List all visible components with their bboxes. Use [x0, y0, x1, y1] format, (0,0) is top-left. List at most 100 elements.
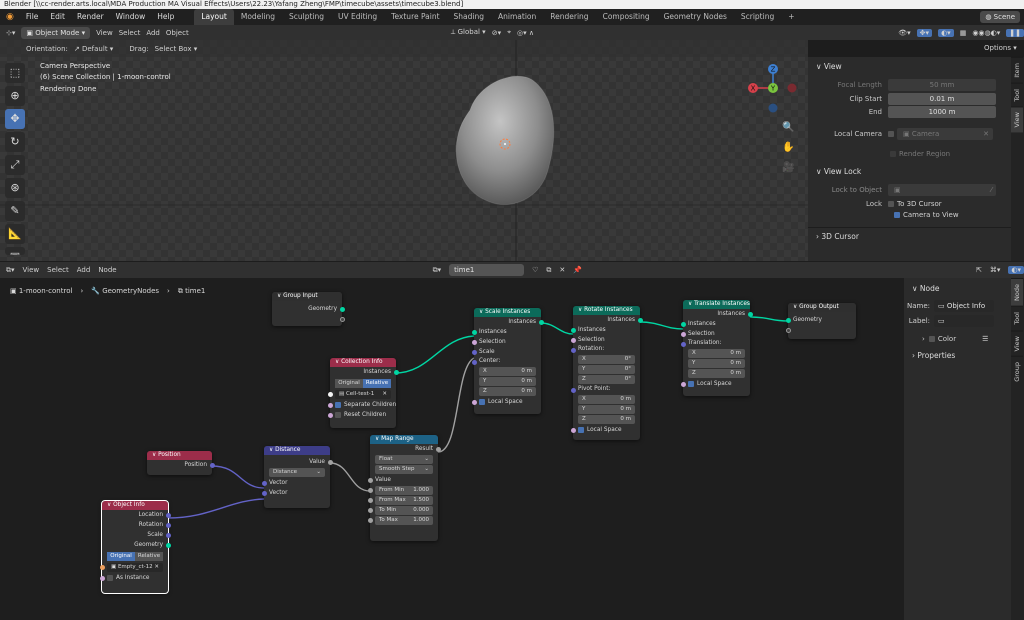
- node-snap-icon[interactable]: ⌘▾: [990, 266, 1001, 274]
- vp-menu-add[interactable]: Add: [146, 29, 160, 37]
- input-socket[interactable]: [570, 347, 576, 353]
- input-socket[interactable]: [471, 359, 477, 365]
- pivot-z-field[interactable]: Z 0 m: [578, 415, 635, 424]
- output-socket[interactable]: [435, 446, 441, 452]
- input-socket[interactable]: [570, 387, 576, 393]
- pivot-x-field[interactable]: X 0 m: [578, 395, 635, 404]
- node-name-field[interactable]: ▭ Object Info: [934, 300, 994, 312]
- rotation-y-field[interactable]: Y 0°: [578, 365, 635, 374]
- clip-end-field[interactable]: 1000 m: [888, 106, 996, 118]
- input-socket[interactable]: [471, 349, 477, 355]
- fake-user-icon[interactable]: ♡: [532, 266, 538, 274]
- node-translate-instances[interactable]: ∨ Translate Instances Instances Instance…: [680, 300, 753, 396]
- 3d-cursor-header[interactable]: › 3D Cursor: [808, 232, 1011, 241]
- input-socket[interactable]: [327, 402, 333, 408]
- menu-file[interactable]: File: [20, 9, 45, 25]
- input-socket[interactable]: [570, 337, 576, 343]
- output-socket[interactable]: [165, 512, 171, 518]
- navigation-gizmo[interactable]: Z X Y: [748, 62, 800, 117]
- output-socket[interactable]: [327, 459, 333, 465]
- local-space-checkbox[interactable]: [688, 380, 694, 387]
- local-space-checkbox[interactable]: [578, 426, 584, 433]
- tab-animation[interactable]: Animation: [491, 9, 543, 25]
- ne-menu-add[interactable]: Add: [77, 266, 91, 274]
- node-object-info[interactable]: ∨ Object Info Location Rotation Scale Ge…: [99, 500, 171, 594]
- pivot-icon[interactable]: ⊘▾: [492, 29, 501, 37]
- add-workspace-icon[interactable]: +: [781, 9, 801, 25]
- ne-menu-view[interactable]: View: [23, 266, 40, 274]
- tab-item[interactable]: Item: [1011, 57, 1023, 83]
- unlink-tree-icon[interactable]: ✕: [559, 266, 565, 274]
- scene-selector[interactable]: ◍ Scene: [980, 11, 1020, 23]
- center-y-field[interactable]: Y 0 m: [479, 377, 536, 386]
- input-socket[interactable]: [261, 480, 267, 486]
- node-map-range[interactable]: ∨ Map Range Result Float ⌄ Smooth Step ⌄ V…: [367, 435, 441, 541]
- output-socket[interactable]: [538, 319, 544, 325]
- output-socket[interactable]: [393, 369, 399, 375]
- vp-menu-object[interactable]: Object: [166, 29, 189, 37]
- translation-x-field[interactable]: X 0 m: [688, 349, 745, 358]
- input-socket[interactable]: [570, 427, 576, 433]
- tab-scripting[interactable]: Scripting: [734, 9, 781, 25]
- pivot-y-field[interactable]: Y 0 m: [578, 405, 635, 414]
- original-button[interactable]: Original: [107, 552, 135, 561]
- from-min-field[interactable]: From Min 1.000: [368, 486, 433, 495]
- to-min-field[interactable]: To Min 0.000: [368, 506, 433, 515]
- translation-y-field[interactable]: Y 0 m: [688, 359, 745, 368]
- output-socket[interactable]: [165, 542, 171, 548]
- snap-icon[interactable]: ⌖: [507, 28, 511, 37]
- tab-sculpting[interactable]: Sculpting: [282, 9, 331, 25]
- duplicate-tree-icon[interactable]: ⧉: [546, 266, 551, 275]
- node-distance[interactable]: ∨ Distance Value Distance ⌄ Vector Vector: [261, 446, 333, 508]
- camera-view-icon[interactable]: 🎥: [782, 158, 794, 178]
- input-socket[interactable]: [680, 381, 686, 387]
- rotation-z-field[interactable]: Z 0°: [578, 375, 635, 384]
- tab-view[interactable]: View: [1011, 106, 1023, 133]
- empty-socket[interactable]: [339, 316, 345, 322]
- zoom-icon[interactable]: 🔍: [782, 118, 794, 138]
- node-group-input[interactable]: ∨ Group Input Geometry: [272, 292, 345, 326]
- input-socket[interactable]: [368, 488, 373, 493]
- object-field[interactable]: ▣ Empty_ct-12 ✕: [100, 563, 163, 572]
- tab-tool[interactable]: Tool: [1011, 82, 1023, 107]
- input-socket[interactable]: [261, 490, 267, 496]
- output-socket[interactable]: [165, 522, 171, 528]
- tab-layout[interactable]: Layout: [194, 9, 234, 25]
- tab-rendering[interactable]: Rendering: [543, 9, 595, 25]
- tab-node[interactable]: Node: [1011, 278, 1023, 306]
- node-position[interactable]: ∨ Position Position: [147, 451, 215, 475]
- input-socket[interactable]: [368, 508, 373, 513]
- from-max-field[interactable]: From Max 1.500: [368, 496, 433, 505]
- output-socket[interactable]: [637, 317, 643, 323]
- tab-uv-editing[interactable]: UV Editing: [331, 9, 384, 25]
- center-z-field[interactable]: Z 0 m: [479, 387, 536, 396]
- input-socket[interactable]: [471, 339, 477, 345]
- original-button[interactable]: Original: [335, 379, 363, 388]
- menu-window[interactable]: Window: [110, 9, 152, 25]
- node-parent-icon[interactable]: ⇱: [976, 266, 982, 274]
- center-x-field[interactable]: X 0 m: [479, 367, 536, 376]
- input-socket[interactable]: [327, 412, 333, 418]
- gizmo-toggle-icon[interactable]: ✥▾: [916, 28, 933, 37]
- node-collection-info[interactable]: ∨ Collection Info Instances Original Rela…: [327, 358, 399, 428]
- input-socket[interactable]: [680, 321, 686, 327]
- clear-icon[interactable]: ✕: [154, 563, 159, 572]
- color-checkbox[interactable]: [928, 336, 935, 342]
- tab-geometry-nodes[interactable]: Geometry Nodes: [657, 9, 734, 25]
- to-max-field[interactable]: To Max 1.000: [368, 516, 433, 525]
- properties-section-header[interactable]: › Properties: [904, 351, 1011, 360]
- overlay-toggle-icon[interactable]: ◐▾: [938, 28, 954, 37]
- node-scale-instances[interactable]: ∨ Scale Instances Instances Instances Se…: [471, 308, 544, 414]
- editor-type-icon[interactable]: ⊹▾: [6, 29, 15, 37]
- pause-icon[interactable]: ❚❚: [1006, 28, 1024, 37]
- node-group-output[interactable]: ∨ Group Output Geometry: [785, 303, 856, 339]
- relative-button[interactable]: Relative: [363, 379, 391, 388]
- translation-z-field[interactable]: Z 0 m: [688, 369, 745, 378]
- input-socket[interactable]: [328, 392, 333, 397]
- color-list-icon[interactable]: ☰: [982, 335, 988, 343]
- node-tree-name-field[interactable]: time1: [449, 264, 525, 276]
- input-socket[interactable]: [471, 329, 477, 335]
- clip-start-field[interactable]: 0.01 m: [888, 93, 996, 105]
- menu-edit[interactable]: Edit: [44, 9, 71, 25]
- tab-modeling[interactable]: Modeling: [234, 9, 282, 25]
